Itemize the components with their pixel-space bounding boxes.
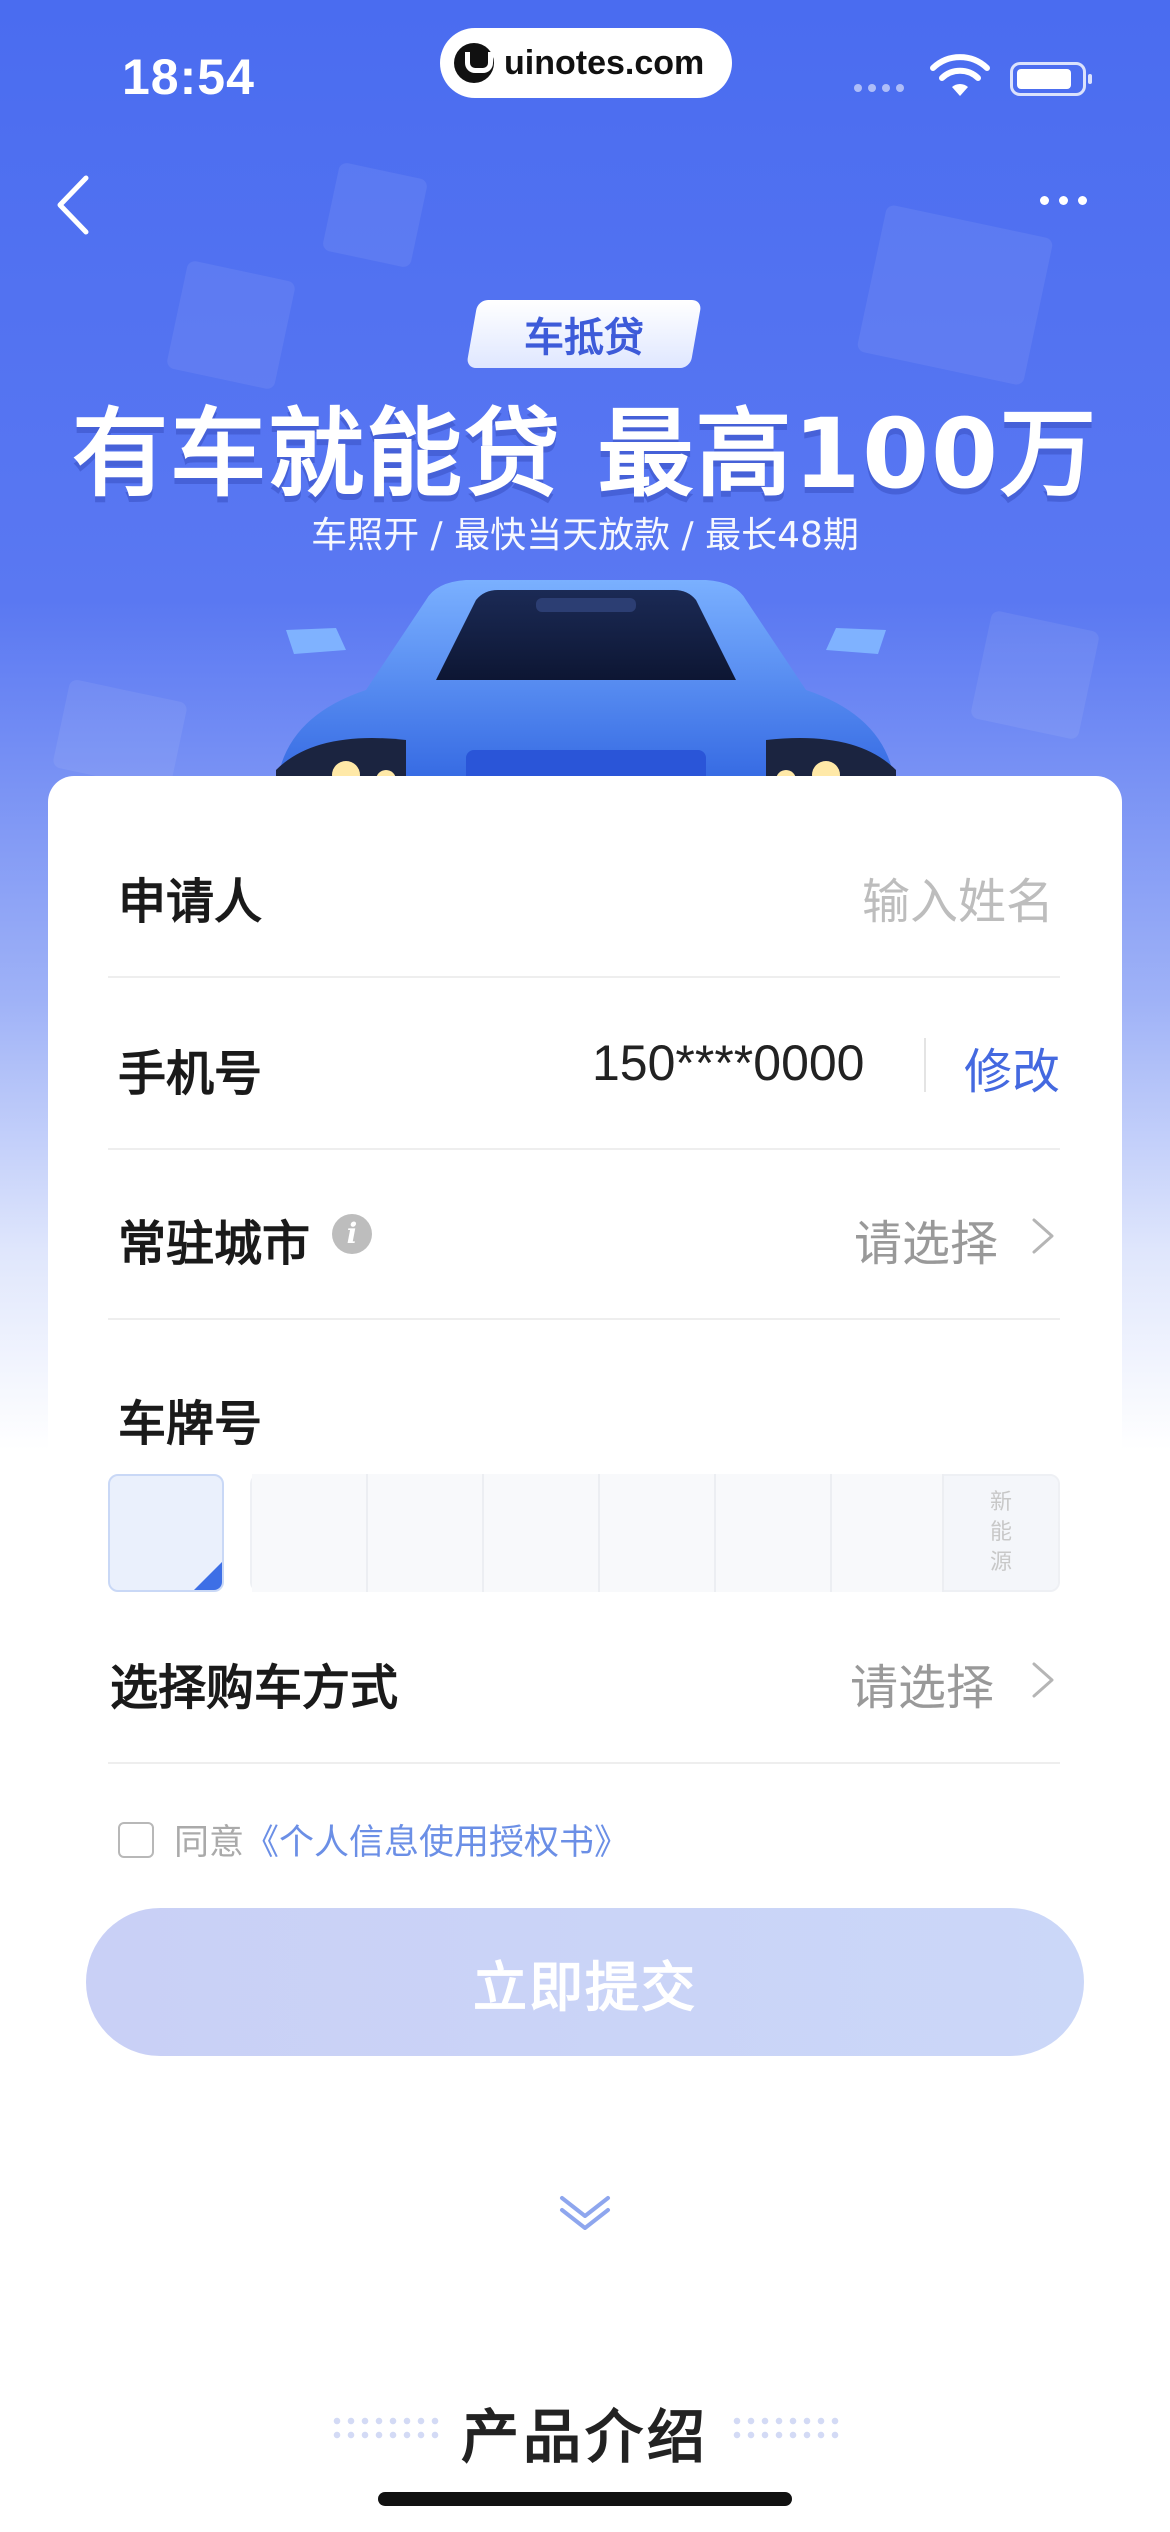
info-icon[interactable]: i [332, 1214, 372, 1254]
decor-cube [51, 678, 189, 792]
plate-char-box[interactable] [716, 1474, 832, 1592]
home-indicator [378, 2492, 792, 2506]
site-logo-icon [454, 43, 494, 83]
phone-divider [924, 1038, 926, 1092]
plate-char-box[interactable] [484, 1474, 600, 1592]
decor-cube [856, 203, 1054, 387]
decor-cube [165, 259, 297, 391]
hero-subline: 车照开 / 最快当天放款 / 最长48期 [311, 515, 859, 556]
divider [108, 976, 1060, 978]
new-energy-box[interactable]: 新能源 [944, 1476, 1058, 1590]
hero-headline: 有车就能贷 最高100万 [72, 398, 1098, 510]
city-label: 常驻城市 [118, 1216, 311, 1272]
phone-value: 150****0000 [592, 1035, 865, 1091]
url-pill[interactable]: uinotes.com [440, 28, 732, 98]
chevron-right-icon [1032, 1218, 1054, 1254]
submit-label: 立即提交 [473, 1955, 697, 2019]
privacy-authorization-link[interactable]: 《个人信息使用授权书》 [244, 1823, 629, 1863]
product-intro-title: 产品介绍 [460, 2403, 709, 2471]
divider [108, 1762, 1060, 1764]
product-badge: 车抵贷 [466, 300, 702, 368]
decor-cube [969, 609, 1101, 741]
applicant-name-input[interactable]: 输入姓名 [862, 862, 1054, 932]
url-text: uinotes.com [504, 43, 705, 82]
plate-char-box[interactable] [600, 1474, 716, 1592]
plate-char-box[interactable] [832, 1474, 944, 1592]
plate-char-box[interactable] [368, 1474, 484, 1592]
plate-province-box[interactable] [108, 1474, 224, 1592]
applicant-label: 申请人 [118, 874, 263, 930]
more-dots-icon[interactable] [1040, 196, 1087, 205]
back-chevron-icon[interactable] [50, 172, 110, 238]
status-time: 18:54 [122, 49, 255, 105]
decor-cube [321, 161, 429, 269]
plate-char-box[interactable] [252, 1474, 368, 1592]
divider [108, 1318, 1060, 1320]
battery-icon [1010, 62, 1092, 96]
divider [108, 1148, 1060, 1150]
purchase-method-label: 选择购车方式 [110, 1660, 399, 1716]
agreement-checkbox[interactable] [118, 1822, 154, 1858]
agreement-prefix: 同意 [174, 1823, 245, 1863]
plate-label: 车牌号 [118, 1396, 263, 1452]
new-energy-label: 新能源 [989, 1490, 1012, 1575]
phone-label: 手机号 [118, 1046, 263, 1102]
car-illustration [276, 580, 896, 800]
double-chevron-down-icon[interactable] [556, 2192, 614, 2234]
chevron-right-icon [1032, 1662, 1054, 1698]
submit-button[interactable]: 立即提交 [86, 1908, 1084, 2056]
agreement-text: 同意《个人信息使用授权书》 [174, 1814, 629, 1865]
wifi-icon [930, 54, 990, 96]
cellular-signal-icon [854, 84, 904, 92]
phone-edit-button[interactable]: 修改 [964, 1032, 1060, 1102]
purchase-method-select[interactable]: 请选择 [850, 1648, 994, 1718]
city-select[interactable]: 请选择 [854, 1204, 998, 1274]
